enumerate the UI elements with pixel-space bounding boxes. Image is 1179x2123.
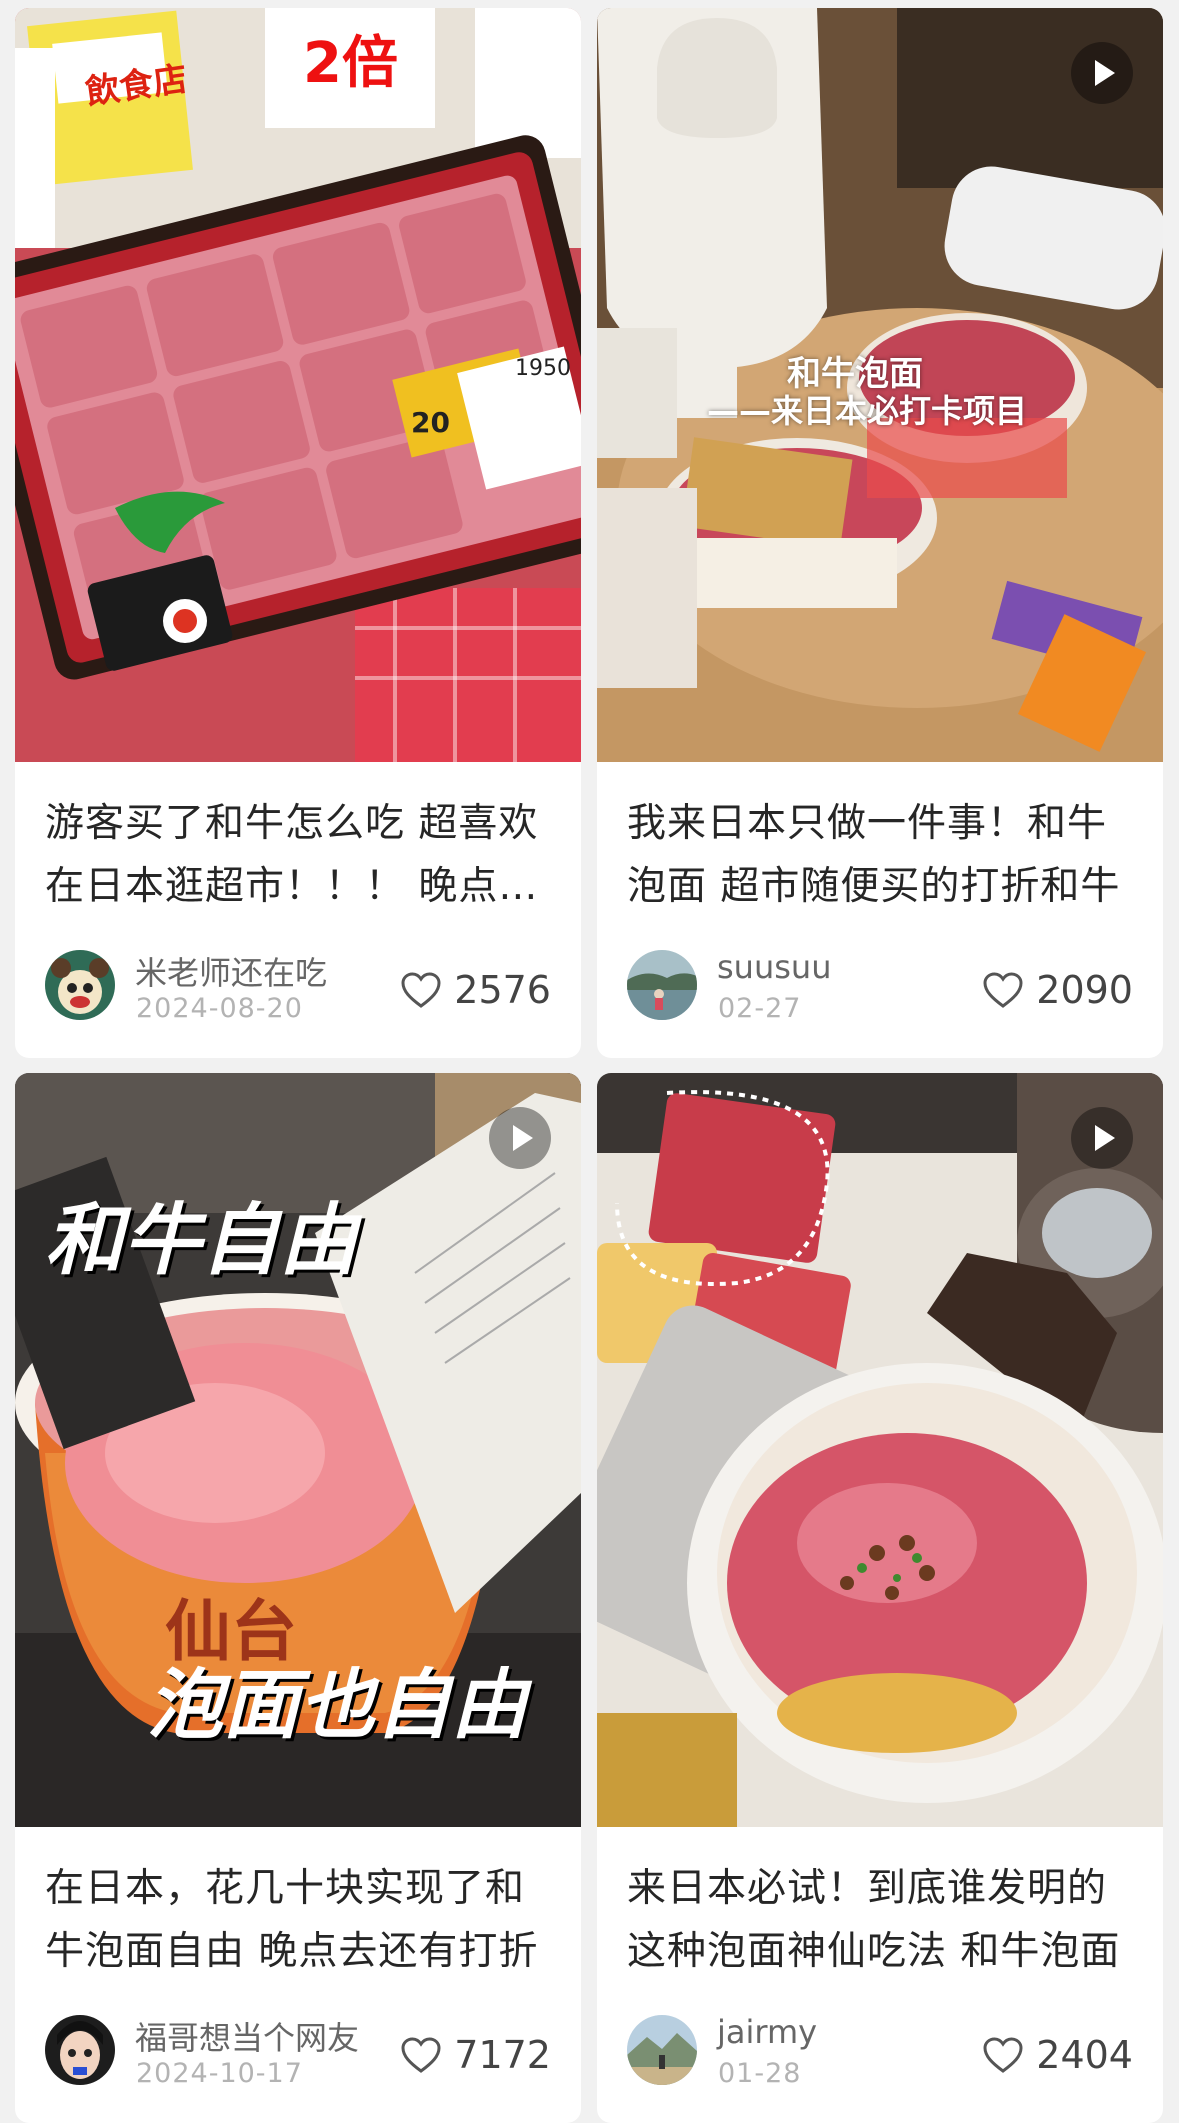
note-title[interactable]: 游客买了和牛怎么吃 超喜欢在日本逛超市！！！ 晚点去还有半价的 — [45, 792, 555, 918]
heart-outline-icon — [401, 2037, 441, 2073]
cover-tag-text: 20 — [411, 406, 450, 439]
cover-sign-text: 2倍 — [303, 31, 398, 96]
heart-outline-icon — [401, 972, 441, 1008]
author-name[interactable]: suusuu — [717, 948, 831, 986]
note-card[interactable]: 飲食店 2倍 1950 20 游客买了和牛怎么吃 超喜欢在日本逛超市！！！ 晚点… — [15, 8, 581, 1058]
note-card[interactable]: 和牛泡面 ——来日本必打卡项目 我来日本只做一件事！和牛泡面 超市随便买的打折和… — [597, 8, 1163, 1058]
heart-outline-icon — [983, 2037, 1023, 2073]
like-button[interactable]: 2404 — [982, 2033, 1133, 2077]
play-icon[interactable] — [1071, 42, 1133, 104]
post-date: 02-27 — [718, 993, 802, 1024]
cover-caption-line: ——来日本必打卡项目 — [707, 392, 1028, 430]
author-name[interactable]: jairmy — [717, 2013, 817, 2051]
author-name[interactable]: 福哥想当个网友 — [135, 2013, 359, 2059]
avatar[interactable] — [45, 950, 115, 1020]
like-button[interactable]: 2576 — [400, 968, 551, 1012]
note-card[interactable]: 和牛自由 泡面也自由 仙台 在日本，花几十块实现了和牛泡面自由 晚点去还有打折 … — [15, 1073, 581, 2123]
note-title[interactable]: 我来日本只做一件事！和牛泡面 超市随便买的打折和牛 — [627, 792, 1137, 918]
author-name[interactable]: 米老师还在吃 — [135, 948, 327, 994]
avatar[interactable] — [627, 950, 697, 1020]
note-title[interactable]: 在日本，花几十块实现了和牛泡面自由 晚点去还有打折 — [45, 1857, 555, 1983]
like-count: 7172 — [454, 2033, 551, 2077]
avatar[interactable] — [627, 2015, 697, 2085]
play-icon[interactable] — [1071, 1107, 1133, 1169]
like-button[interactable]: 2090 — [982, 968, 1133, 1012]
heart-outline-icon — [983, 972, 1023, 1008]
post-date: 2024-10-17 — [136, 2058, 303, 2089]
avatar[interactable] — [45, 2015, 115, 2085]
cover-image[interactable]: 和牛泡面 ——来日本必打卡项目 — [597, 8, 1163, 762]
note-title[interactable]: 来日本必试！到底谁发明的这种泡面神仙吃法 和牛泡面 — [627, 1857, 1137, 1983]
play-icon[interactable] — [489, 1107, 551, 1169]
like-count: 2404 — [1036, 2033, 1133, 2077]
note-card[interactable]: 来日本必试！到底谁发明的这种泡面神仙吃法 和牛泡面 jairmy 01-28 2… — [597, 1073, 1163, 2123]
like-button[interactable]: 7172 — [400, 2033, 551, 2077]
like-count: 2576 — [454, 968, 551, 1012]
cover-cup-text: 仙台 — [165, 1593, 297, 1670]
cover-image[interactable] — [597, 1073, 1163, 1827]
cover-image[interactable]: 飲食店 2倍 1950 20 — [15, 8, 581, 762]
cover-caption-line: 和牛自由 — [45, 1196, 358, 1286]
cover-price-text: 1950 — [515, 356, 571, 381]
cover-image[interactable]: 和牛自由 泡面也自由 仙台 — [15, 1073, 581, 1827]
post-date: 01-28 — [718, 2058, 802, 2089]
post-date: 2024-08-20 — [136, 993, 303, 1024]
like-count: 2090 — [1036, 968, 1133, 1012]
